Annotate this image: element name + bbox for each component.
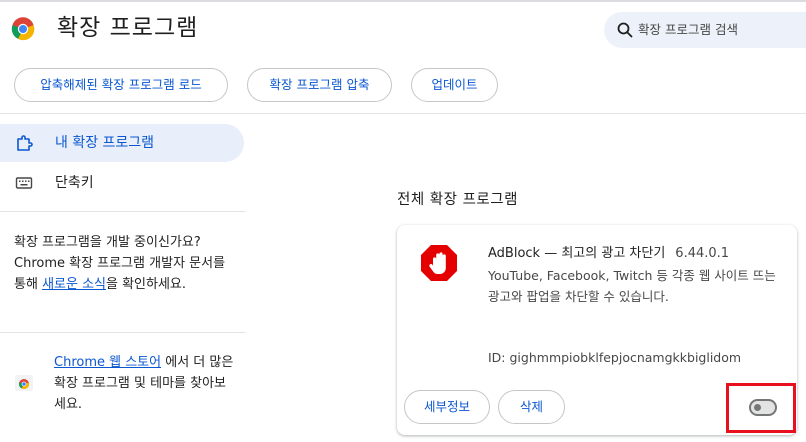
web-store-text: Chrome 웹 스토어 에서 더 많은 확장 프로그램 및 테마를 찾아보세요… bbox=[54, 352, 234, 415]
header: 확장 프로그램 확장 프로그램 검색 bbox=[0, 2, 806, 54]
chrome-web-store-icon bbox=[15, 375, 33, 391]
extension-enable-toggle[interactable] bbox=[749, 399, 777, 416]
sidebar-divider bbox=[0, 332, 245, 333]
details-button[interactable]: 세부정보 bbox=[404, 390, 490, 424]
sidebar-divider bbox=[0, 211, 245, 212]
extension-version: 6.44.0.1 bbox=[675, 246, 730, 261]
web-store-promo: Chrome 웹 스토어 에서 더 많은 확장 프로그램 및 테마를 찾아보세요… bbox=[14, 352, 234, 412]
search-placeholder: 확장 프로그램 검색 bbox=[638, 22, 738, 37]
load-unpacked-button[interactable]: 압축해제된 확장 프로그램 로드 bbox=[14, 68, 228, 102]
whats-new-link[interactable]: 새로운 소식 bbox=[42, 277, 106, 292]
sidebar-item-my-extensions[interactable]: 내 확장 프로그램 bbox=[0, 124, 244, 162]
dev-text-outro: 을 확인하세요. bbox=[106, 277, 187, 292]
adblock-hand-icon bbox=[421, 245, 457, 281]
sidebar-item-label: 내 확장 프로그램 bbox=[55, 135, 155, 151]
chrome-logo-icon bbox=[11, 17, 35, 41]
keyboard-icon bbox=[15, 177, 33, 189]
extension-description: YouTube, Facebook, Twitch 등 각종 웹 사이트 뜨는 … bbox=[488, 268, 776, 304]
toggle-knob bbox=[754, 404, 761, 411]
update-button[interactable]: 업데이트 bbox=[411, 68, 498, 102]
pack-extension-button[interactable]: 확장 프로그램 압축 bbox=[247, 68, 392, 102]
search-icon bbox=[617, 22, 633, 38]
sidebar-item-label: 단축키 bbox=[55, 175, 94, 191]
all-extensions-heading: 전체 확장 프로그램 bbox=[397, 192, 518, 208]
remove-button[interactable]: 삭제 bbox=[498, 390, 565, 424]
chrome-web-store-link[interactable]: Chrome 웹 스토어 bbox=[54, 355, 161, 370]
search-input[interactable]: 확장 프로그램 검색 bbox=[604, 12, 806, 48]
developer-docs-text: 확장 프로그램을 개발 중이신가요? Chrome 확장 프로그램 개발자 문서… bbox=[14, 232, 234, 295]
extension-id: ID: gighmmpiobklfepjocnamgkkbiglidom bbox=[488, 350, 742, 365]
sidebar-item-shortcuts[interactable]: 단축키 bbox=[0, 164, 244, 202]
extension-name: AdBlock — 최고의 광고 차단기 bbox=[488, 246, 666, 261]
developer-toolbar: 압축해제된 확장 프로그램 로드 확장 프로그램 압축 업데이트 bbox=[0, 54, 806, 114]
extension-title: AdBlock — 최고의 광고 차단기 6.44.0.1 bbox=[488, 242, 729, 261]
puzzle-icon bbox=[17, 135, 33, 151]
page-title: 확장 프로그램 bbox=[57, 15, 199, 41]
